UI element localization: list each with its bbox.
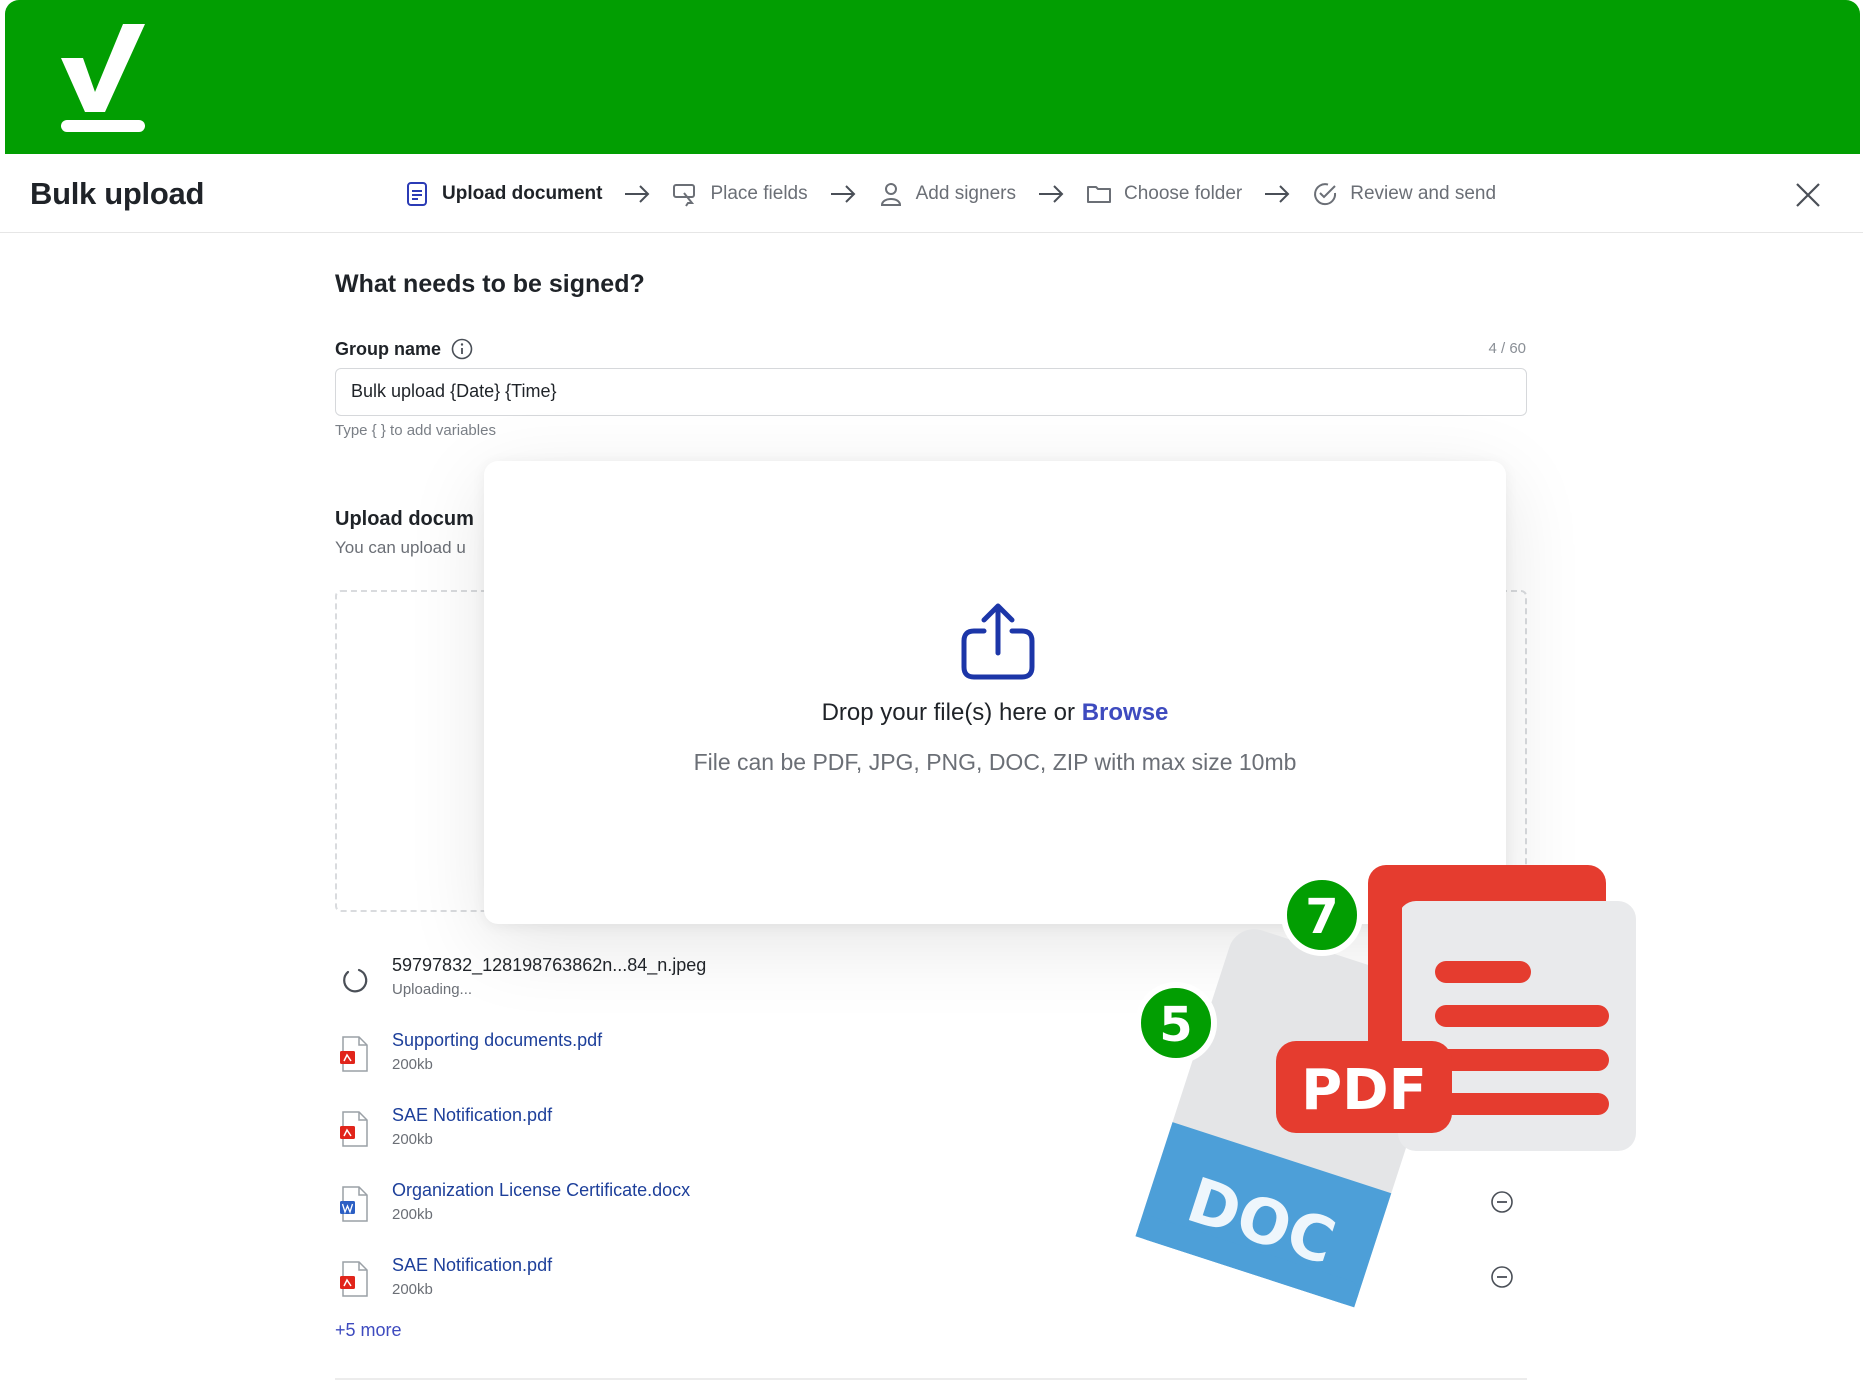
page-title: Bulk upload: [30, 176, 205, 211]
info-icon[interactable]: [451, 338, 473, 360]
file-name-link[interactable]: Organization License Certificate.docx: [392, 1180, 690, 1201]
file-list-item: SAE Notification.pdf 200kb: [340, 1255, 552, 1298]
wizard-header: Bulk upload Upload document Place fields: [0, 154, 1863, 233]
checkmark-logo-icon: [61, 24, 145, 132]
step-label: Choose folder: [1123, 183, 1243, 204]
browse-link[interactable]: Browse: [1082, 699, 1169, 726]
step-label: Upload document: [442, 183, 603, 204]
file-type-hint: File can be PDF, JPG, PNG, DOC, ZIP with…: [693, 749, 1297, 775]
file-list-item: Supporting documents.pdf 200kb: [340, 1030, 602, 1073]
pdf-card-label: PDF: [1301, 1058, 1427, 1123]
upload-documents-subtitle: You can upload u: [335, 538, 466, 557]
step-add-signers[interactable]: Add signers: [878, 181, 1016, 207]
drop-text: Drop your file(s) here or: [821, 699, 1082, 726]
character-counter: 4 / 60: [1488, 340, 1526, 357]
file-name: 59797832_128198763862n...84_n.jpeg: [392, 955, 707, 975]
arrow-right-icon: [1265, 185, 1290, 203]
place-fields-icon: [673, 184, 696, 207]
spinner-icon: [343, 968, 368, 993]
doc-count-text: 5: [1159, 997, 1192, 1053]
word-file-icon: [340, 1186, 368, 1222]
file-list-item: SAE Notification.pdf 200kb: [340, 1105, 552, 1148]
step-place-fields[interactable]: Place fields: [672, 181, 808, 207]
pdf-count-text: 7: [1305, 889, 1338, 945]
step-upload-document[interactable]: Upload document: [404, 181, 602, 207]
step-label: Add signers: [915, 183, 1016, 204]
close-icon[interactable]: [1795, 182, 1821, 208]
pdf-file-icon: [340, 1261, 368, 1297]
check-circle-icon: [1314, 183, 1337, 206]
group-name-hint: Type { } to add variables: [335, 422, 496, 439]
file-name-link[interactable]: Supporting documents.pdf: [392, 1030, 602, 1051]
document-types-illustration: DOC 5 PDF 7: [1135, 865, 1636, 1308]
wizard-steps: Upload document Place fields Add signers…: [404, 178, 1496, 210]
file-status: Uploading...: [392, 981, 473, 998]
divider: [335, 1378, 1527, 1380]
group-name-input[interactable]: Bulk upload {Date} {Time}: [335, 368, 1527, 416]
app-top-bar: [5, 0, 1860, 154]
pdf-file-icon: [340, 1111, 368, 1147]
upload-icon: [961, 603, 1035, 680]
show-more-files-link[interactable]: +5 more: [335, 1320, 402, 1341]
section-title: What needs to be signed?: [335, 270, 645, 298]
file-size: 200kb: [392, 1131, 433, 1148]
step-label: Place fields: [710, 183, 808, 204]
step-review-and-send[interactable]: Review and send: [1312, 181, 1496, 207]
arrow-right-icon: [830, 185, 856, 203]
pdf-file-icon: [340, 1036, 368, 1072]
document-icon: [407, 182, 427, 206]
group-name-label-text: Group name: [335, 338, 442, 359]
file-name-link[interactable]: SAE Notification.pdf: [392, 1105, 552, 1126]
user-icon: [880, 183, 901, 206]
file-list-item: Organization License Certificate.docx 20…: [340, 1180, 690, 1223]
group-name-label: Group name: [335, 338, 473, 360]
file-list-item: 59797832_128198763862n...84_n.jpeg Uploa…: [340, 955, 706, 998]
folder-icon: [1086, 186, 1111, 203]
step-choose-folder[interactable]: Choose folder: [1086, 181, 1242, 207]
arrow-right-icon: [1038, 185, 1064, 203]
upload-documents-title: Upload docum: [335, 508, 474, 530]
file-size: 200kb: [392, 1281, 433, 1298]
file-size: 200kb: [392, 1056, 433, 1073]
arrow-right-icon: [625, 185, 650, 203]
drop-instruction: Drop your file(s) here or Browse: [484, 699, 1506, 727]
file-name-link[interactable]: SAE Notification.pdf: [392, 1255, 552, 1276]
step-label: Review and send: [1350, 183, 1497, 204]
file-size: 200kb: [392, 1206, 433, 1223]
